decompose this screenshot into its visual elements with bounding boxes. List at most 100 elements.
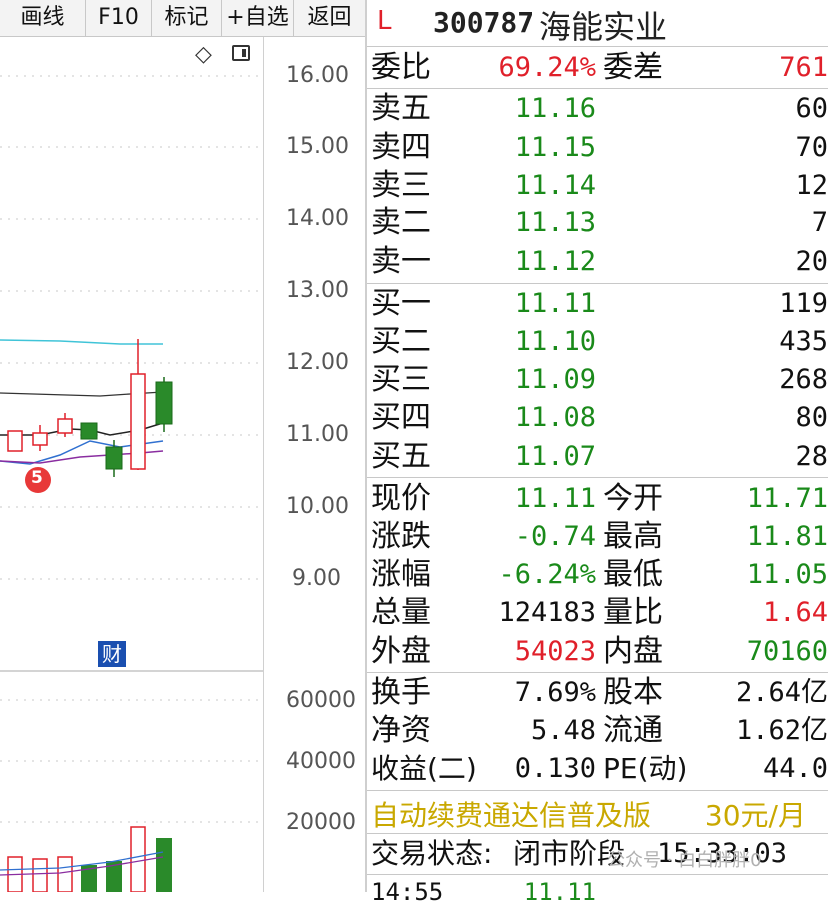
- volume-tick: 60000: [286, 688, 356, 713]
- market-flag: L: [377, 6, 392, 36]
- sell1-vol: 20: [795, 246, 828, 277]
- window-toggle-icon[interactable]: [232, 45, 250, 61]
- event-marker-label: 5: [31, 468, 43, 488]
- stat-label: 净资: [371, 713, 431, 748]
- net-assets: 5.48: [530, 715, 596, 746]
- price-tick: 10.00: [286, 494, 349, 519]
- buy4-price: 11.08: [514, 402, 596, 433]
- price-tick: 12.00: [286, 350, 349, 375]
- mark-button[interactable]: 标记: [152, 0, 222, 36]
- stat-label: 现价: [371, 481, 431, 516]
- buy2-vol: 435: [779, 326, 828, 357]
- chart-toolbar: 画线 F10 标记 +自选 返回: [0, 0, 365, 37]
- tick-price: 11.11: [523, 878, 596, 906]
- diamond-icon[interactable]: ◇: [195, 42, 212, 67]
- buy5-label: 买五: [371, 439, 431, 474]
- volume-ratio: 1.64: [762, 597, 828, 628]
- outer-volume: 54023: [514, 636, 596, 667]
- current-price: 11.11: [514, 483, 596, 514]
- watermark: 公众号 · 白白胖胖0: [607, 850, 762, 871]
- sell5-label: 卖五: [371, 91, 431, 126]
- buy1-vol: 119: [779, 288, 828, 319]
- candle: [57, 418, 73, 434]
- sell2-price: 11.13: [514, 207, 596, 238]
- sell2-label: 卖二: [371, 205, 431, 240]
- open-price: 11.71: [746, 483, 828, 514]
- buy4-vol: 80: [795, 402, 828, 433]
- buy5-price: 11.07: [514, 441, 596, 472]
- inner-volume: 70160: [746, 636, 828, 667]
- high-price: 11.81: [746, 521, 828, 552]
- buy1-label: 买一: [371, 286, 431, 321]
- axis-divider: [263, 37, 264, 892]
- sell3-label: 卖三: [371, 168, 431, 203]
- stat-label: 收益(二): [371, 752, 477, 785]
- candle: [130, 373, 146, 470]
- weibi-label: 委比: [371, 50, 431, 85]
- sell1-label: 卖一: [371, 244, 431, 279]
- price-tick: 13.00: [286, 278, 349, 303]
- stat-label: 流通: [603, 713, 663, 748]
- total-volume: 124183: [498, 597, 596, 628]
- stat-label: 最低: [603, 557, 663, 592]
- quote-header: L 300787 海能实业: [367, 0, 828, 47]
- finance-badge[interactable]: 财: [98, 641, 126, 667]
- add-watchlist-button[interactable]: +自选: [222, 0, 294, 36]
- change-pct: -6.24%: [498, 559, 596, 590]
- candle: [80, 422, 98, 440]
- buy3-label: 买三: [371, 362, 431, 397]
- promo-price: 30元/月: [704, 799, 806, 832]
- change-value: -0.74: [514, 521, 596, 552]
- pe-ratio: 44.0: [762, 753, 828, 784]
- stat-label: 量比: [603, 595, 663, 630]
- volume-tick: 40000: [286, 749, 356, 774]
- stat-label: 内盘: [603, 634, 663, 669]
- float-shares: 1.62亿: [735, 715, 828, 746]
- stat-label: 总量: [371, 595, 431, 630]
- turnover-rate: 7.69%: [514, 677, 596, 708]
- stat-label: 外盘: [371, 634, 431, 669]
- buy2-price: 11.10: [514, 326, 596, 357]
- stock-name: 海能实业: [539, 8, 668, 46]
- stat-label: PE(动): [603, 752, 688, 785]
- draw-line-button[interactable]: 画线: [0, 0, 86, 36]
- stat-label: 最高: [603, 519, 663, 554]
- price-tick: 14.00: [286, 206, 349, 231]
- sell2-vol: 7: [811, 207, 828, 238]
- buy5-vol: 28: [795, 441, 828, 472]
- buy3-vol: 268: [779, 364, 828, 395]
- stat-label: 涨幅: [371, 557, 431, 592]
- sell3-vol: 12: [795, 170, 828, 201]
- back-button[interactable]: 返回: [294, 0, 365, 36]
- stat-label: 今开: [603, 481, 663, 516]
- stat-label: 换手: [371, 675, 431, 710]
- sell4-vol: 70: [795, 132, 828, 163]
- sell5-vol: 60: [795, 93, 828, 124]
- price-tick: 15.00: [286, 134, 349, 159]
- volume-tick: 20000: [286, 810, 356, 835]
- weicha-label: 委差: [603, 50, 663, 85]
- buy4-label: 买四: [371, 400, 431, 435]
- candle: [7, 430, 23, 452]
- sell1-price: 11.12: [514, 246, 596, 277]
- sell4-label: 卖四: [371, 130, 431, 165]
- weicha-value: 761: [779, 52, 828, 83]
- buy2-label: 买二: [371, 324, 431, 359]
- total-shares: 2.64亿: [735, 677, 828, 708]
- candle: [32, 432, 48, 446]
- promo-text: 自动续费通达信普及版: [371, 799, 652, 832]
- stat-label: 涨跌: [371, 519, 431, 554]
- price-tick: 11.00: [286, 422, 349, 447]
- tick-time: 14:55: [371, 878, 444, 906]
- buy3-price: 11.09: [514, 364, 596, 395]
- sell3-price: 11.14: [514, 170, 596, 201]
- low-price: 11.05: [746, 559, 828, 590]
- buy1-price: 11.11: [514, 288, 596, 319]
- f10-button[interactable]: F10: [86, 0, 152, 36]
- sell4-price: 11.15: [514, 132, 596, 163]
- stock-code: 300787: [433, 6, 535, 39]
- candle: [105, 446, 123, 470]
- stat-label: 股本: [603, 675, 663, 710]
- subscription-banner[interactable]: 自动续费通达信普及版 30元/月: [367, 792, 828, 832]
- price-tick: 16.00: [286, 63, 349, 88]
